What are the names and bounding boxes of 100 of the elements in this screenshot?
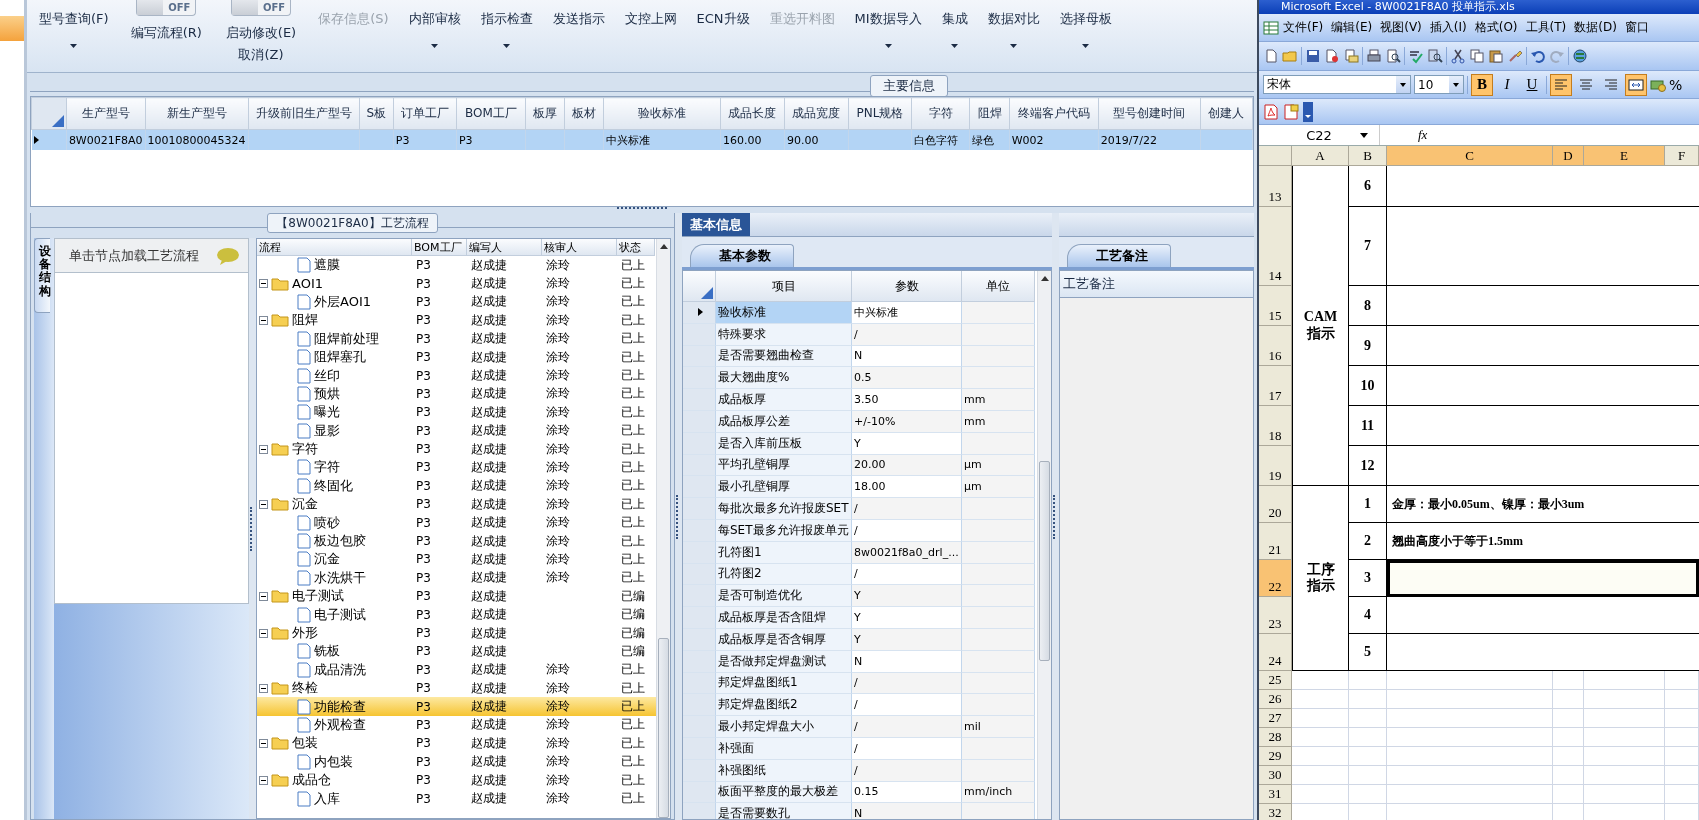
row-header[interactable]: 22	[1259, 560, 1292, 597]
tree-row[interactable]: 成品清洗 P3 赵成捷 涂玲 已上	[257, 660, 656, 679]
row-header[interactable]: 16	[1259, 326, 1292, 366]
dropdown-arrow-icon[interactable]	[1360, 132, 1368, 138]
menu-item[interactable]: 数据(D)	[1570, 19, 1621, 36]
table-row[interactable]: 是否做邦定焊盘测试 N	[683, 650, 1037, 673]
table-row[interactable]: 是否需要数孔 N	[683, 803, 1037, 819]
table-row[interactable]: 成品板厚公差 +/-10% mm	[683, 411, 1037, 433]
collapse-icon[interactable]	[259, 591, 268, 601]
tree-row[interactable]: 外层AOI1 P3 赵成捷 涂玲 已上	[257, 292, 656, 312]
toggle-switch[interactable]: OFF	[231, 0, 291, 16]
column-header[interactable]: BOM工厂	[456, 97, 526, 130]
toolbar-button[interactable]: 发送指示	[548, 0, 609, 60]
splitter-handle[interactable]	[249, 238, 256, 819]
pdf-icon[interactable]	[1283, 103, 1299, 120]
row-header[interactable]: 15	[1259, 286, 1292, 326]
document-icon[interactable]	[1263, 48, 1279, 64]
tab[interactable]: 工艺备注	[1067, 244, 1171, 267]
table-row[interactable]: 成品板厚是否含铜厚 Y	[683, 628, 1037, 651]
tab[interactable]: 基本参数	[690, 244, 794, 267]
table-row[interactable]: 补强图纸 /	[683, 759, 1037, 782]
table-row[interactable]: 邦定焊盘图纸1 /	[683, 672, 1037, 695]
collapse-icon[interactable]	[259, 315, 268, 325]
column-header[interactable]: PNL规格	[848, 97, 912, 130]
sheet-cell[interactable]: 4	[1349, 597, 1387, 634]
menu-item[interactable]: 窗口	[1620, 19, 1653, 36]
menu-item[interactable]: 工具(T)	[1521, 19, 1571, 36]
tree-row[interactable]: 喷砂 P3 赵成捷 涂玲 已上	[257, 513, 656, 532]
row-header[interactable]: 19	[1259, 446, 1292, 486]
font-dropdown[interactable]: 宋体	[1263, 75, 1411, 94]
toolbar-button[interactable]: MI数据导入	[850, 0, 926, 60]
column-header[interactable]: 字符	[911, 97, 970, 130]
selected-nav-item[interactable]	[0, 16, 24, 41]
column-header[interactable]: 成品宽度	[784, 97, 849, 130]
table-row[interactable]: 孔符图2 /	[683, 563, 1037, 586]
collapse-icon[interactable]	[259, 775, 268, 785]
table-row[interactable]: 邦定焊盘图纸2 /	[683, 694, 1037, 717]
column-header[interactable]: 板材	[564, 97, 604, 130]
tree-row[interactable]: AOI1 P3 赵成捷 涂玲 已上	[257, 274, 656, 293]
sheet-cell[interactable]: 6	[1349, 166, 1387, 207]
tree-row[interactable]: 成品仓 P3 赵成捷 涂玲 已上	[257, 770, 656, 790]
row-header[interactable]: 32	[1259, 804, 1292, 820]
tree-row[interactable]: 外观检查 P3 赵成捷 涂玲 已上	[257, 715, 656, 735]
align-left-icon[interactable]	[1550, 73, 1572, 96]
sheet-cell[interactable]: 11	[1349, 406, 1387, 446]
row-header[interactable]: 24	[1259, 634, 1292, 671]
column-header[interactable]: 升级前旧生产型号	[248, 97, 360, 130]
column-header[interactable]: 型号创建时间	[1098, 97, 1201, 130]
row-header[interactable]: 26	[1259, 690, 1292, 709]
sheet-cell[interactable]: 2	[1349, 523, 1387, 560]
column-header[interactable]: S板	[359, 97, 394, 130]
select-all-corner[interactable]	[1259, 146, 1292, 166]
column-header[interactable]: 流程	[257, 239, 412, 256]
column-header[interactable]: 创建人	[1200, 97, 1253, 130]
toolbar-button[interactable]: 型号查询(F)	[35, 0, 113, 60]
sheet-cell[interactable]: 1	[1349, 486, 1387, 523]
column-header[interactable]: E	[1584, 146, 1665, 166]
tree-row[interactable]: 内包装 P3 赵成捷 涂玲 已上	[257, 752, 656, 771]
copy-icon[interactable]	[1469, 48, 1485, 64]
table-row[interactable]: 是否需要翘曲检查 N	[683, 345, 1037, 368]
collapse-icon[interactable]	[259, 444, 268, 454]
tree-row[interactable]: 字符 P3 赵成捷 涂玲 已上	[257, 439, 656, 459]
toolbar-button[interactable]: 内部审核	[404, 0, 465, 60]
table-row[interactable]: 最小孔壁铜厚 18.00 μm	[683, 476, 1037, 499]
cancel-label[interactable]: 取消(Z)	[238, 46, 284, 64]
toolbar-button[interactable]: 文控上网	[620, 0, 681, 60]
row-header[interactable]: 29	[1259, 747, 1292, 766]
splitter-handle[interactable]	[1052, 213, 1059, 820]
scrollbar[interactable]	[656, 239, 670, 818]
table-row[interactable]: 8W0021F8A0 10010800045324 P3 P3 中兴标准 160.00 90.00 白色字符 绿色 W002 2019/7/22	[31, 129, 1253, 150]
scrollbar[interactable]	[1037, 271, 1051, 819]
function-button[interactable]: fx	[1418, 127, 1428, 143]
row-header[interactable]: 30	[1259, 766, 1292, 785]
column-header[interactable]: 验收标准	[603, 97, 721, 130]
format-button[interactable]: U	[1521, 73, 1543, 96]
tree-row[interactable]: 遮膜 P3 赵成捷 涂玲 已上	[257, 256, 656, 275]
sheet-cell[interactable]: 12	[1349, 446, 1387, 486]
column-header[interactable]: 单位	[962, 271, 1035, 302]
menu-item[interactable]: 文件(F)	[1279, 19, 1328, 36]
column-header[interactable]: 终端客户代码	[1009, 97, 1099, 130]
column-header[interactable]: A	[1292, 146, 1349, 166]
table-row[interactable]: 补强面 /	[683, 737, 1037, 760]
menu-item[interactable]: 视图(V)	[1376, 19, 1426, 36]
print-preview-icon[interactable]	[1385, 48, 1401, 64]
notes-area[interactable]	[1059, 298, 1254, 820]
research-icon[interactable]	[1427, 48, 1443, 64]
clipboard-icon[interactable]	[1488, 48, 1504, 64]
collapse-icon[interactable]	[259, 279, 268, 289]
pdf-icon[interactable]	[1263, 103, 1279, 120]
sheet-cell[interactable]: 7	[1349, 207, 1387, 286]
table-row[interactable]: 验收标准 中兴标准	[683, 302, 1037, 324]
percent-button[interactable]: %	[1669, 76, 1683, 93]
toolbar-button[interactable]: 数据对比	[983, 0, 1044, 60]
row-header[interactable]: 18	[1259, 406, 1292, 446]
tree-row[interactable]: 板边包胶 P3 赵成捷 涂玲 已上	[257, 531, 656, 551]
tree-row[interactable]: 沉金 P3 赵成捷 涂玲 已上	[257, 550, 656, 569]
table-row[interactable]: 最小邦定焊盘大小 / mil	[683, 716, 1037, 738]
column-header[interactable]: D	[1553, 146, 1584, 166]
menu-item[interactable]: 编辑(E)	[1327, 19, 1377, 36]
column-header[interactable]: 核审人	[542, 239, 617, 256]
